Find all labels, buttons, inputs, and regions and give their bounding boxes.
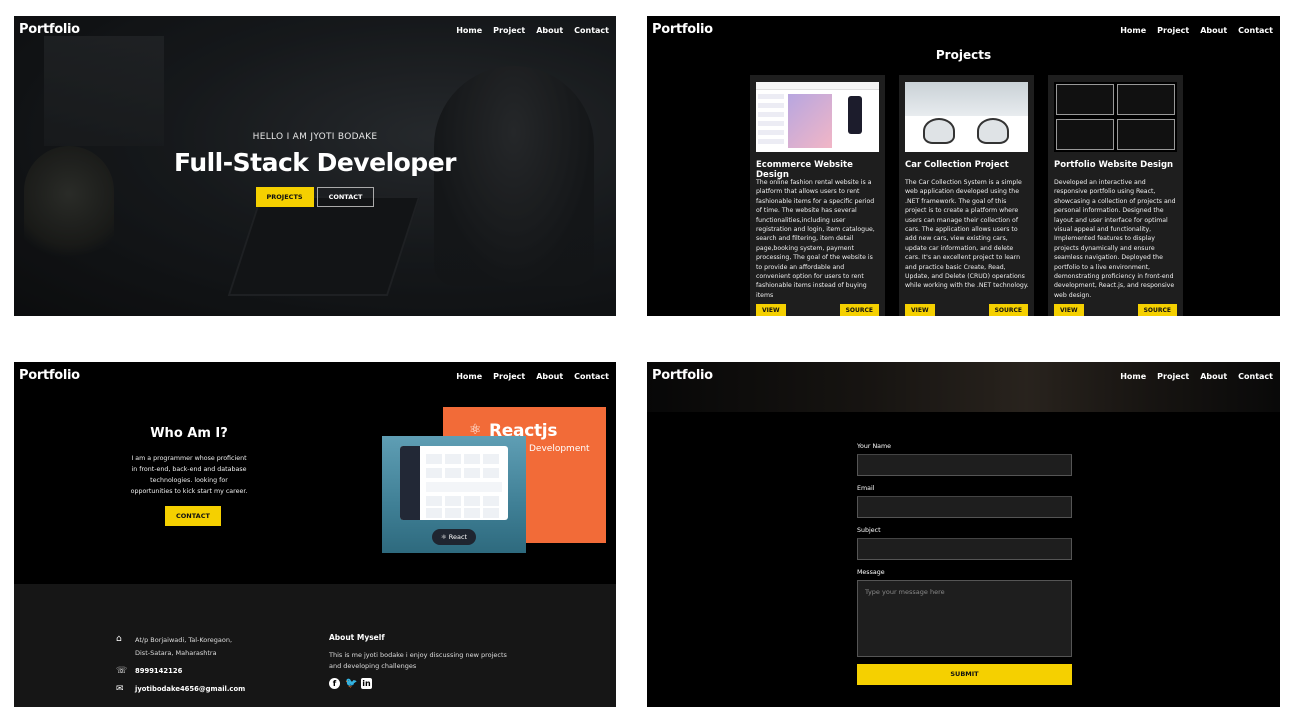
project-thumbnail [756,82,879,152]
nav-project[interactable]: Project [493,372,525,381]
brand-logo[interactable]: Portfolio [652,22,713,37]
footer-address-line-2: Dist-Satara, Maharashtra [135,649,217,657]
react-pill-label: React [448,533,468,541]
nav-project[interactable]: Project [1157,372,1189,381]
react-pill: ⚛ React [432,529,476,545]
nav-project[interactable]: Project [493,26,525,35]
project-description: The online fashion rental website is a p… [756,179,875,299]
brand-logo[interactable]: Portfolio [19,368,80,383]
nav-menu: Home Project About Contact [456,372,609,381]
subject-label: Subject [857,527,881,534]
brand-logo[interactable]: Portfolio [652,368,713,383]
project-card: Portfolio Website Design Developed an in… [1048,75,1183,316]
nav-contact[interactable]: Contact [1238,26,1273,35]
message-placeholder: Type your message here [865,588,945,596]
contact-header-image [647,362,1280,412]
source-button[interactable]: SOURCE [988,304,1028,316]
project-title: Car Collection Project [905,160,1009,170]
nav-contact[interactable]: Contact [574,372,609,381]
view-button[interactable]: VIEW [1054,304,1084,316]
nav-project[interactable]: Project [1157,26,1189,35]
project-title: Ecommerce Website Design [756,160,853,180]
message-textarea[interactable]: Type your message here [857,580,1072,657]
footer-phone[interactable]: 8999142126 [135,667,182,675]
footer: ⌂ At/p Borjaiwadi, Tal-Koregaon, Dist-Sa… [14,584,616,707]
hero-section: Portfolio Home Project About Contact HEL… [14,16,616,316]
submit-button[interactable]: SUBMIT [857,664,1072,685]
nav-menu: Home Project About Contact [1120,26,1273,35]
project-title: Portfolio Website Design [1054,160,1174,170]
projects-title: Projects [935,48,992,62]
nav-contact[interactable]: Contact [1238,372,1273,381]
nav-home[interactable]: Home [1120,372,1146,381]
social-links: f 🐦 in [329,678,372,689]
nav-home[interactable]: Home [1120,26,1146,35]
contact-button[interactable]: CONTACT [316,187,375,207]
about-text: I am a programmer whose proficient in fr… [130,455,248,495]
project-thumbnail [1054,82,1177,152]
dashboard-illustration: ⚛ React [382,436,526,553]
projects-button[interactable]: PROJECTS [255,187,314,207]
phone-icon: ☏ [116,666,128,676]
nav-about[interactable]: About [536,372,563,381]
footer-about-title: About Myself [329,633,385,642]
footer-about-description: This is me jyoti bodake i enjoy discussi… [329,651,507,670]
hero-subtitle: HELLO I AM JYOTI BODAKE [252,132,378,142]
facebook-icon[interactable]: f [329,678,340,689]
message-label: Message [857,569,885,576]
nav-menu: Home Project About Contact [1120,372,1273,381]
about-contact-button[interactable]: CONTACT [165,506,221,526]
nav-about[interactable]: About [1200,372,1227,381]
footer-address: At/p Borjaiwadi, Tal-Koregaon, Dist-Sata… [135,634,232,660]
nav-menu: Home Project About Contact [456,26,609,35]
footer-address-line-1: At/p Borjaiwadi, Tal-Koregaon, [135,636,233,644]
project-thumbnail [905,82,1028,152]
hero-buttons: PROJECTS CONTACT [14,187,616,207]
project-description: The Car Collection System is a simple we… [905,179,1029,290]
email-input[interactable] [857,496,1072,518]
about-title: Who Am I? [150,426,228,441]
name-input[interactable] [857,454,1072,476]
email-label: Email [857,485,875,492]
projects-section: Portfolio Home Project About Contact Pro… [647,16,1280,316]
about-section: Portfolio Home Project About Contact Who… [14,362,616,707]
hero-title: Full-Stack Developer [173,148,457,177]
react-icon: ⚛ [440,533,449,541]
nav-home[interactable]: Home [456,372,482,381]
linkedin-icon[interactable]: in [361,678,372,689]
react-banner-subtitle: Development [529,444,590,454]
source-button[interactable]: SOURCE [839,304,879,316]
brand-logo[interactable]: Portfolio [19,22,80,37]
footer-email[interactable]: jyotibodake4656@gmail.com [135,685,245,693]
project-card: Ecommerce Website Design The online fash… [750,75,885,316]
nav-home[interactable]: Home [456,26,482,35]
mail-icon: ✉ [116,684,124,694]
view-button[interactable]: VIEW [756,304,786,316]
nav-about[interactable]: About [1200,26,1227,35]
project-card: Car Collection Project The Car Collectio… [899,75,1034,316]
home-icon: ⌂ [116,634,122,644]
name-label: Your Name [857,443,892,450]
nav-contact[interactable]: Contact [574,26,609,35]
twitter-icon[interactable]: 🐦 [345,678,357,689]
nav-about[interactable]: About [536,26,563,35]
subject-input[interactable] [857,538,1072,560]
source-button[interactable]: SOURCE [1137,304,1177,316]
contact-section: Portfolio Home Project About Contact You… [647,362,1280,707]
project-description: Developed an interactive and responsive … [1054,179,1176,299]
view-button[interactable]: VIEW [905,304,935,316]
